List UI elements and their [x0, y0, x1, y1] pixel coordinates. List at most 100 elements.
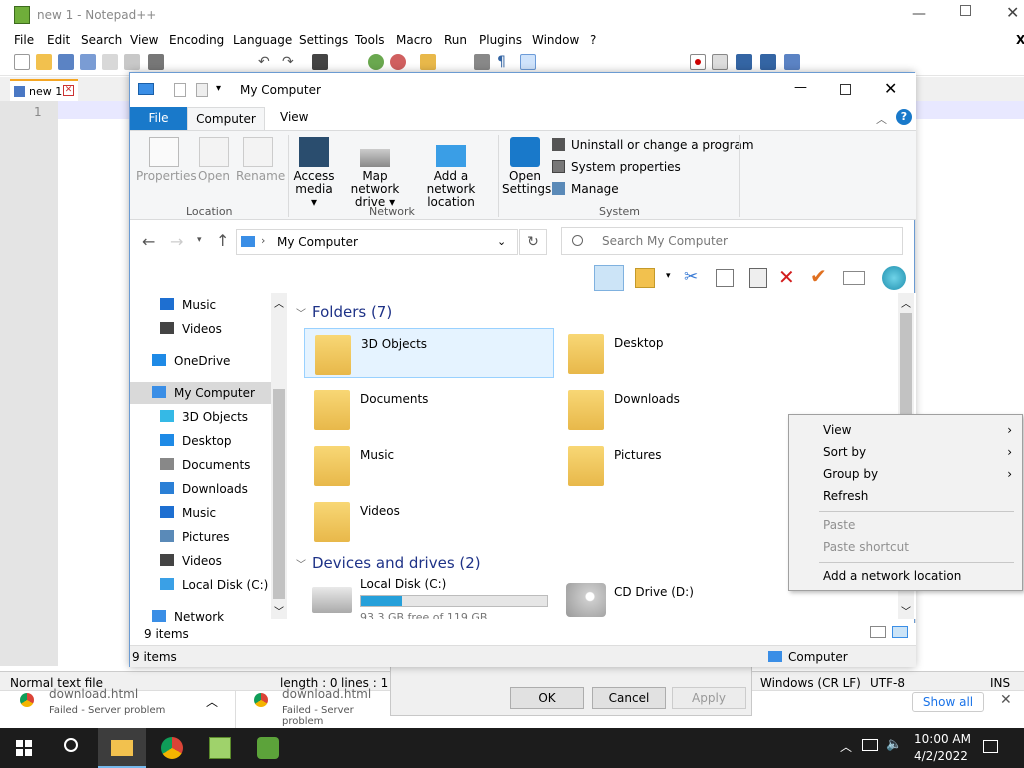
network-icon[interactable] [862, 739, 878, 751]
back-arrow-icon[interactable]: ← [142, 232, 155, 251]
menu-group-by[interactable]: Group by [823, 467, 878, 481]
search-icon[interactable] [64, 738, 78, 752]
nav-scroll-thumb[interactable] [273, 389, 285, 599]
help-icon[interactable]: ? [896, 109, 912, 125]
print-icon[interactable] [148, 54, 164, 70]
refresh-icon[interactable]: ↻ [519, 229, 547, 255]
nav-item[interactable]: My Computer [130, 382, 271, 404]
sync-scroll-icon[interactable] [420, 54, 436, 70]
folder-documents[interactable]: Documents [304, 384, 554, 434]
folder-3d-objects[interactable]: 3D Objects [304, 328, 554, 378]
tab-file[interactable]: File [130, 107, 187, 131]
menu-plugins[interactable]: Plugins [479, 33, 522, 47]
tray-chevron-icon[interactable]: ︿ [840, 738, 852, 755]
manage-button[interactable]: Manage [552, 182, 619, 196]
tab-computer[interactable]: Computer [187, 107, 265, 131]
copy-icon[interactable] [716, 269, 734, 287]
show-all-chars-icon[interactable]: ¶ [497, 54, 513, 70]
folder-music[interactable]: Music [304, 440, 554, 490]
menu-search[interactable]: Search [81, 33, 122, 47]
redo-icon[interactable]: ↷ [282, 54, 298, 70]
menu-run[interactable]: Run [444, 33, 467, 47]
folder-downloads[interactable]: Downloads [558, 384, 808, 434]
cancel-button[interactable]: Cancel [592, 687, 666, 709]
taskbar-explorer[interactable] [98, 728, 146, 768]
nav-item[interactable]: Music [160, 294, 216, 316]
preview-pane-icon[interactable] [635, 268, 655, 288]
folder-videos[interactable]: Videos [304, 496, 554, 546]
cut-icon[interactable]: ✂ [684, 267, 698, 287]
customize-qat-icon[interactable]: ▾ [216, 83, 221, 94]
search-box[interactable]: Search My Computer [561, 227, 903, 255]
nav-item[interactable]: Downloads [160, 478, 248, 500]
nav-item[interactable]: Local Disk (C:) [160, 574, 268, 596]
download-item-2[interactable]: download.html Failed - Server problem [237, 687, 390, 729]
nav-item[interactable]: Videos [160, 550, 222, 572]
menu-encoding[interactable]: Encoding [169, 33, 224, 47]
close-all-icon[interactable] [124, 54, 140, 70]
menu-tools[interactable]: Tools [355, 33, 385, 47]
nav-item[interactable]: OneDrive [152, 350, 230, 372]
record-macro-icon[interactable] [690, 54, 706, 70]
zoom-out-icon[interactable] [390, 54, 406, 70]
menu-window[interactable]: Window [532, 33, 579, 47]
navigation-pane-toggle-icon[interactable] [594, 265, 624, 291]
ok-button[interactable]: OK [510, 687, 584, 709]
paste-icon[interactable] [749, 268, 767, 288]
chevron-up-icon[interactable]: ︿ [206, 693, 218, 710]
find-icon[interactable] [312, 54, 328, 70]
menu-help[interactable]: ? [590, 33, 596, 47]
save-all-icon[interactable] [80, 54, 96, 70]
uninstall-program-button[interactable]: Uninstall or change a program [552, 138, 754, 152]
menu-file[interactable]: File [14, 33, 34, 47]
system-properties-button[interactable]: System properties [552, 160, 681, 174]
map-network-drive-button[interactable]: Map network drive ▾ [338, 137, 412, 209]
nav-item[interactable]: Desktop [160, 430, 232, 452]
menu-language[interactable]: Language [233, 33, 292, 47]
stop-macro-icon[interactable] [712, 54, 728, 70]
address-text[interactable]: My Computer [277, 235, 358, 249]
add-network-location-button[interactable]: Add a network location [412, 137, 490, 209]
menu-add-network-location[interactable]: Add a network location [823, 569, 961, 583]
undo-icon[interactable]: ↶ [258, 54, 274, 70]
close-button[interactable]: ✕ [1006, 3, 1019, 22]
delete-icon[interactable]: ✕ [778, 265, 795, 289]
search-input[interactable]: Search My Computer [602, 234, 728, 248]
minimize-button[interactable]: — [912, 6, 926, 22]
nav-item[interactable]: Videos [160, 318, 222, 340]
tab-close-icon[interactable]: ✕ [63, 85, 74, 96]
save-macro-icon[interactable] [784, 54, 800, 70]
zoom-in-icon[interactable] [368, 54, 384, 70]
open-settings-button[interactable]: Open Settings [502, 137, 551, 196]
notifications-icon[interactable] [983, 740, 998, 753]
globe-icon[interactable] [882, 266, 906, 290]
show-all-button[interactable]: Show all [912, 692, 984, 712]
properties-quick-icon[interactable] [174, 83, 186, 97]
indent-guide-icon[interactable] [520, 54, 536, 70]
details-view-icon[interactable] [870, 626, 886, 638]
devices-group-header[interactable]: ﹀ Devices and drives (2) [296, 554, 481, 572]
new-file-icon[interactable] [14, 54, 30, 70]
new-folder-quick-icon[interactable] [196, 83, 208, 97]
folders-group-header[interactable]: ﹀ Folders (7) [296, 303, 392, 321]
nav-item[interactable]: 3D Objects [160, 406, 248, 428]
folder-pictures[interactable]: Pictures [558, 440, 808, 490]
tab-view[interactable]: View [280, 110, 308, 124]
word-wrap-icon[interactable] [474, 54, 490, 70]
large-icons-view-icon[interactable] [892, 626, 908, 638]
minimize-button[interactable]: — [794, 80, 807, 95]
nav-scroll-down-icon[interactable]: ﹀ [274, 603, 284, 618]
nav-scrollbar[interactable]: ︿ ﹀ [271, 293, 287, 619]
up-arrow-icon[interactable]: ↑ [216, 231, 229, 250]
volume-icon[interactable]: 🔈 [886, 737, 902, 752]
maximize-button[interactable] [840, 84, 851, 95]
chevron-up-icon[interactable]: ︿ [876, 111, 887, 127]
download-item-1[interactable]: download.html Failed - Server problem ︿ [0, 687, 236, 729]
recent-locations-chevron-icon[interactable]: ▾ [197, 235, 202, 245]
save-icon[interactable] [58, 54, 74, 70]
notepad-plus-icon[interactable] [209, 737, 231, 759]
address-dropdown-icon[interactable]: ⌄ [497, 235, 506, 248]
close-document-x[interactable]: X [1016, 33, 1024, 47]
close-downloads-icon[interactable]: ✕ [1000, 692, 1012, 708]
nav-item[interactable]: Pictures [160, 526, 230, 548]
